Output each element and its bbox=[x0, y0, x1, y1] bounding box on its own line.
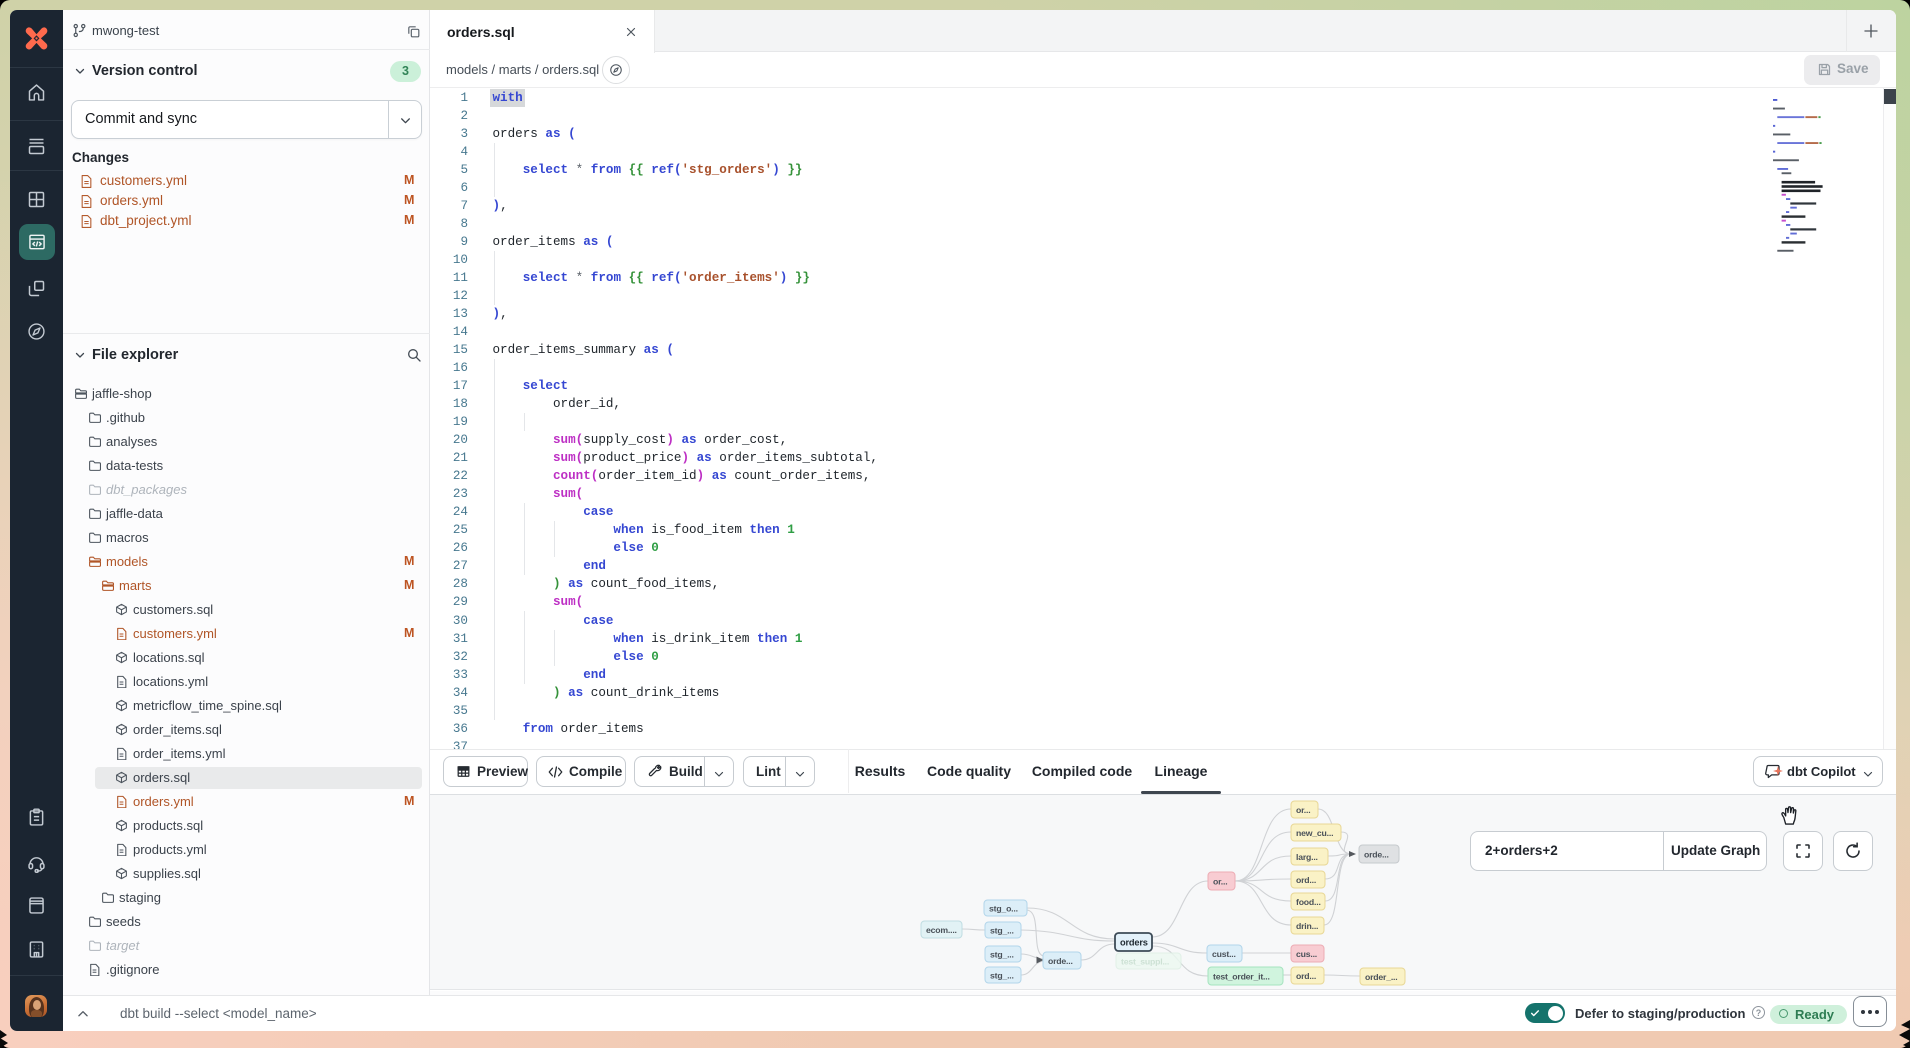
svg-text:orders: orders bbox=[1120, 937, 1148, 947]
svg-text:ord...: ord... bbox=[1296, 971, 1316, 981]
svg-text:stg_...: stg_... bbox=[990, 949, 1014, 959]
svg-text:new_cu...: new_cu... bbox=[1296, 828, 1333, 838]
svg-text:drin...: drin... bbox=[1296, 921, 1318, 931]
svg-text:cus...: cus... bbox=[1296, 949, 1317, 959]
svg-text:stg_...: stg_... bbox=[990, 970, 1014, 980]
svg-text:orde...: orde... bbox=[1364, 849, 1389, 859]
svg-text:or...: or... bbox=[1296, 805, 1310, 815]
svg-text:food...: food... bbox=[1296, 897, 1321, 907]
svg-text:test_suppl...: test_suppl... bbox=[1121, 956, 1169, 966]
svg-text:orde...: orde... bbox=[1048, 956, 1073, 966]
svg-text:test_order_it...: test_order_it... bbox=[1213, 971, 1270, 981]
svg-text:ord...: ord... bbox=[1296, 875, 1316, 885]
svg-text:or...: or... bbox=[1213, 876, 1227, 886]
svg-text:stg_...: stg_... bbox=[990, 925, 1014, 935]
svg-text:stg_o...: stg_o... bbox=[989, 903, 1018, 913]
svg-text:order_...: order_... bbox=[1365, 972, 1397, 982]
svg-text:ecom....: ecom.... bbox=[926, 925, 957, 935]
svg-text:larg...: larg... bbox=[1296, 852, 1318, 862]
svg-text:cust...: cust... bbox=[1212, 949, 1236, 959]
